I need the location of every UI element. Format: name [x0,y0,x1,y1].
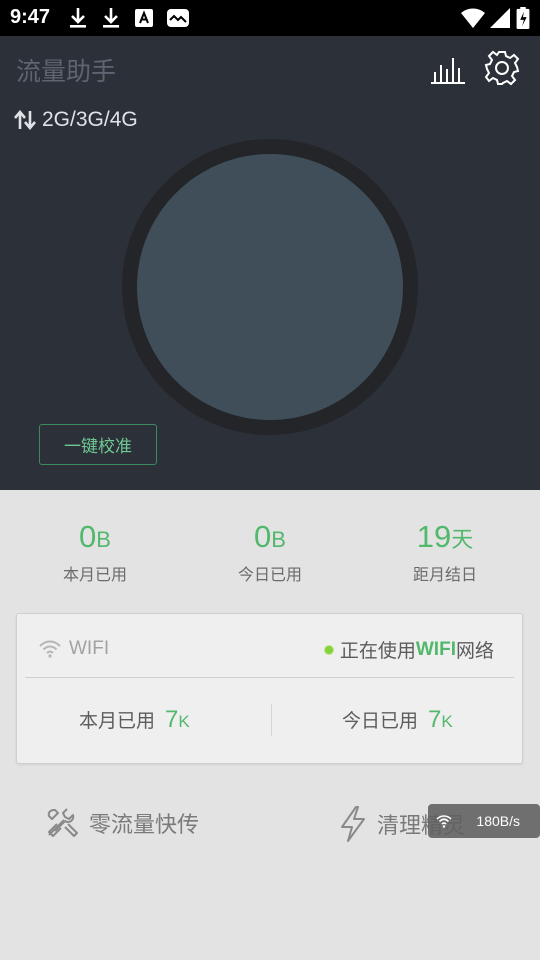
stat-label: 距月结日 [412,565,477,584]
wifi-usage-label: 本月已用 [79,710,156,732]
wifi-usage-unit: K [178,712,190,731]
wifi-status: 正在使用 WIFI 网络 [323,636,494,663]
stat-value: 0 [254,519,272,554]
wifi-today-used: 今日已用 7K [342,706,453,734]
wifi-status-prefix: 正在使用 [339,640,416,662]
stat-label: 今日已用 [237,565,302,584]
battery-charging-icon [516,7,530,29]
traffic-panel: 流量助手 2G/3G/4G 一键校准 [0,36,540,490]
speed-badge[interactable]: 180B/s [428,804,540,838]
stat-month-used: 0B 本月已用 [15,518,175,585]
wifi-label: WIFI [69,638,110,659]
wifi-icon [436,815,452,828]
stat-today-used: 0B 今日已用 [190,518,350,585]
wifi-usage-value: 7 [428,706,442,733]
usage-gauge[interactable] [137,154,403,420]
signal-icon [490,8,510,28]
gear-icon[interactable] [484,50,520,86]
wifi-status-suffix: 网络 [455,640,494,662]
a-box-icon [135,9,153,27]
stat-unit: B [271,527,286,552]
speed-value: 180B/s [476,813,520,829]
wifi-card[interactable]: WIFI 正在使用 WIFI 网络 本月已用 7K 今日已用 7K [16,613,523,764]
wifi-month-used: 本月已用 7K [79,706,190,734]
divider [271,704,272,736]
download-icon [70,8,86,28]
tools-icon [47,808,78,837]
divider [25,677,514,678]
wifi-icon [461,8,485,28]
network-type-label: 2G/3G/4G [42,108,138,131]
network-type: 2G/3G/4G [14,108,138,132]
zero-transfer-button[interactable]: 零流量快传 [45,806,199,840]
wifi-usage-label: 今日已用 [342,710,419,732]
wifi-usage-unit: K [441,712,453,731]
stat-label: 本月已用 [62,565,127,584]
wifi-status-strong: WIFI [415,638,456,660]
status-bar: 9:47 [0,0,540,36]
wifi-icon [39,640,61,658]
up-down-arrows-icon [14,110,36,130]
download-icon [103,8,119,28]
wifi-usage-value: 7 [165,706,179,733]
status-dot [323,644,334,655]
stat-unit: B [96,527,111,552]
wifi-header: WIFI [39,638,109,660]
stat-value: 19 [416,519,452,554]
stat-unit: 天 [451,527,474,552]
lightning-icon [341,806,365,842]
calibrate-button[interactable]: 一键校准 [39,424,157,465]
stat-days-to-billing: 19天 距月结日 [365,518,525,585]
page-title: 流量助手 [16,57,117,86]
zero-transfer-label: 零流量快传 [89,813,200,838]
stat-value: 0 [79,519,97,554]
bar-chart-icon[interactable] [430,54,466,84]
status-time: 9:47 [10,6,51,28]
photo-icon [167,9,189,27]
